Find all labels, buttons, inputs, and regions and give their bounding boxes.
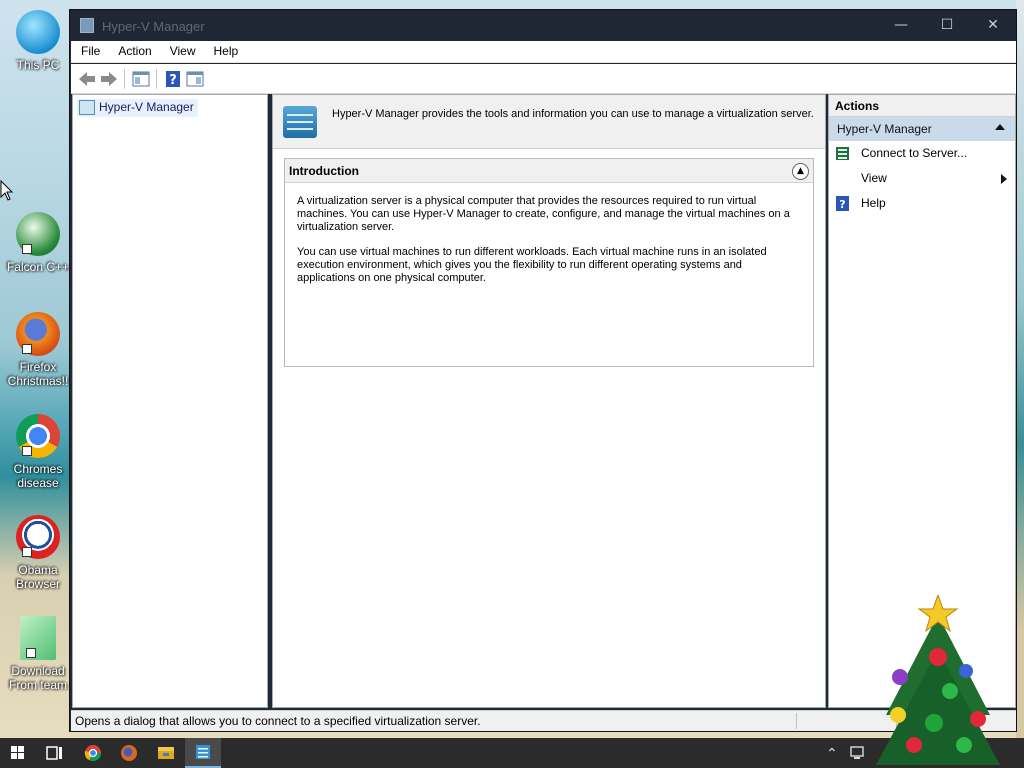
hyper-v-taskbar-button[interactable] <box>185 738 221 768</box>
desktop-icon-label: Chromes disease <box>13 462 63 490</box>
title-bar[interactable]: Hyper-V Manager — ☐ ✕ <box>70 10 1016 41</box>
show-hide-tree-icon[interactable] <box>131 69 151 89</box>
desktop-icon-label: Download From team <box>8 664 67 692</box>
toolbar: ? <box>71 64 1016 94</box>
shortcut-arrow-icon <box>22 344 32 354</box>
action-label: Help <box>861 196 886 210</box>
firefox-taskbar-icon[interactable] <box>111 738 147 768</box>
desktop-icon-download[interactable]: Download From team <box>4 616 72 692</box>
monitor-icon <box>16 10 60 54</box>
introduction-heading: Introduction <box>285 159 813 183</box>
chrome-icon <box>16 414 60 458</box>
desktop-icon-obama[interactable]: Obama Browser <box>4 515 72 591</box>
maximize-button[interactable]: ☐ <box>924 10 970 41</box>
menu-action[interactable]: Action <box>108 41 159 58</box>
window-title: Hyper-V Manager <box>102 19 205 34</box>
svg-text:?: ? <box>169 73 177 88</box>
recycle-icon <box>16 212 60 256</box>
show-hidden-icons-chevron-icon[interactable]: ⌃ <box>826 746 838 762</box>
chrome-taskbar-icon[interactable] <box>75 738 111 768</box>
collapse-caret-icon <box>995 124 1005 130</box>
network-icon[interactable] <box>850 745 868 761</box>
firefox-icon <box>16 312 60 356</box>
task-view-icon[interactable] <box>36 738 72 768</box>
help-icon[interactable]: ? <box>163 69 183 89</box>
hyper-v-app-icon <box>80 18 94 33</box>
back-arrow-icon[interactable] <box>77 69 97 89</box>
actions-group-label: Hyper-V Manager <box>837 122 932 136</box>
desktop-icon-falcon[interactable]: Falcon C++ <box>4 212 72 274</box>
action-label: Connect to Server... <box>861 146 968 160</box>
desktop-icon-this-pc[interactable]: This PC <box>4 10 72 72</box>
collapse-chevron-up-icon[interactable]: ▲ <box>792 163 809 180</box>
desktop-icon-label: This PC <box>16 58 60 72</box>
menu-bar: File Action View Help <box>71 41 1016 63</box>
server-icon <box>283 106 317 138</box>
shortcut-arrow-icon <box>26 648 36 658</box>
introduction-title: Introduction <box>289 164 359 178</box>
tree-item-label: Hyper-V Manager <box>99 100 194 114</box>
notepad-icon <box>20 616 56 660</box>
obama-logo-icon <box>16 515 60 559</box>
actions-heading: Actions <box>829 95 1015 117</box>
hyper-v-taskbar-icon <box>196 745 210 759</box>
mouse-cursor-icon <box>0 180 14 201</box>
console-tree: Hyper-V Manager <box>72 94 268 708</box>
center-description: Hyper-V Manager provides the tools and i… <box>332 108 814 120</box>
action-connect-to-server[interactable]: Connect to Server... <box>829 141 1015 166</box>
desktop-icon-label: Obama Browser <box>15 563 60 591</box>
desktop-icon-firefox[interactable]: Firefox Christmas!! <box>4 312 72 388</box>
close-button[interactable]: ✕ <box>970 10 1016 41</box>
introduction-panel: Introduction ▲ A virtualization server i… <box>284 158 814 367</box>
center-pane: Hyper-V Manager provides the tools and i… <box>272 94 826 708</box>
minimize-button[interactable]: — <box>878 10 924 41</box>
desktop-icon-chrome[interactable]: Chromes disease <box>4 414 72 490</box>
action-help[interactable]: ? Help <box>829 191 1015 216</box>
shortcut-arrow-icon <box>22 244 32 254</box>
tree-item-hyper-v-manager[interactable]: Hyper-V Manager <box>77 99 198 117</box>
introduction-paragraph-2: You can use virtual machines to run diff… <box>297 246 767 284</box>
shortcut-arrow-icon <box>22 547 32 557</box>
toolbar-separator <box>156 69 157 89</box>
submenu-arrow-icon <box>1001 174 1007 184</box>
show-hide-action-pane-icon[interactable] <box>185 69 205 89</box>
action-view[interactable]: View <box>829 166 1015 191</box>
menu-file[interactable]: File <box>71 41 108 58</box>
actions-group-hyper-v-manager[interactable]: Hyper-V Manager <box>829 117 1015 141</box>
shortcut-arrow-icon <box>22 446 32 456</box>
hyper-v-manager-icon <box>79 100 95 115</box>
status-separator <box>796 713 797 729</box>
svg-text:?: ? <box>839 198 845 211</box>
desktop-icon-label: Falcon C++ <box>6 260 70 274</box>
status-text: Opens a dialog that allows you to connec… <box>75 714 481 728</box>
help-icon: ? <box>836 196 849 211</box>
toolbar-separator <box>124 69 125 89</box>
connect-server-icon <box>836 147 849 160</box>
menu-view[interactable]: View <box>160 41 204 58</box>
action-label: View <box>861 171 887 185</box>
file-explorer-icon[interactable] <box>148 738 184 768</box>
desktop-icon-label: Firefox Christmas!! <box>7 360 69 388</box>
center-header: Hyper-V Manager provides the tools and i… <box>273 95 825 149</box>
introduction-paragraph-1: A virtualization server is a physical co… <box>297 195 790 233</box>
forward-arrow-icon[interactable] <box>99 69 119 89</box>
menu-help[interactable]: Help <box>204 41 247 58</box>
desktop-background <box>1016 0 1024 740</box>
christmas-tree-decoration <box>876 595 1000 765</box>
windows-start-icon[interactable] <box>0 738 36 768</box>
